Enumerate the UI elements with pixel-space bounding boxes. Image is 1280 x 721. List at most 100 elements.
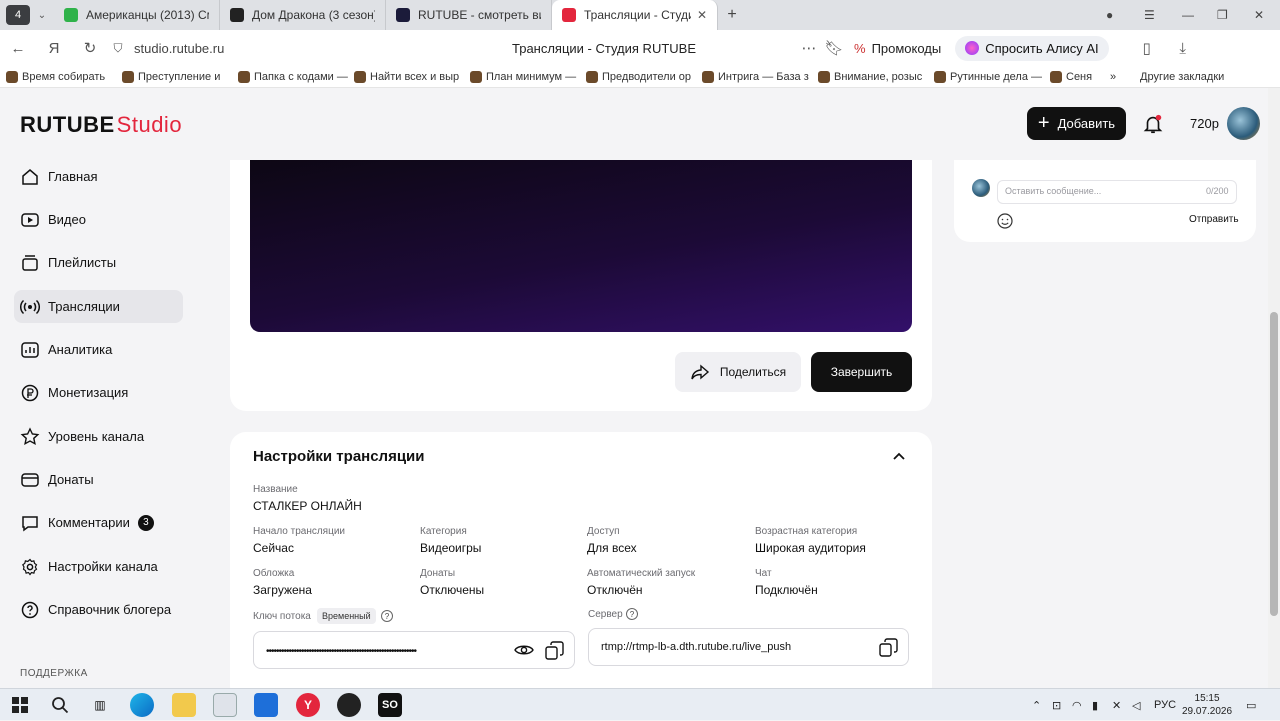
app-icon[interactable]: [254, 693, 278, 717]
obs-icon[interactable]: [337, 693, 361, 717]
help-icon: [21, 601, 39, 618]
browser-tab[interactable]: Дом Дракона (3 сезон) /: [220, 0, 386, 30]
balance[interactable]: 720р: [1190, 116, 1219, 131]
store-icon[interactable]: [213, 693, 237, 717]
emoji-icon[interactable]: [997, 213, 1013, 229]
question-icon[interactable]: ?: [381, 610, 393, 622]
bookmark-item[interactable]: Время собирать: [0, 70, 116, 83]
profile-icon[interactable]: ●: [1106, 0, 1113, 30]
tab-favicon-icon: [230, 8, 244, 22]
extensions-icon[interactable]: ▯: [1129, 39, 1165, 57]
chevron-up-icon[interactable]: [892, 450, 906, 464]
search-icon[interactable]: [48, 693, 72, 717]
share-button[interactable]: Поделиться: [675, 352, 801, 392]
question-icon[interactable]: ?: [626, 608, 638, 620]
windows-start-icon[interactable]: [8, 693, 32, 717]
browser-tab[interactable]: Американцы (2013) Смот: [54, 0, 220, 30]
stalker-online-icon[interactable]: SO: [378, 693, 402, 717]
sidebar-item-donations[interactable]: Донаты: [14, 463, 183, 496]
owl-icon: [470, 70, 482, 83]
download-icon[interactable]: ⤓: [1165, 40, 1201, 57]
close-tab-icon[interactable]: ✕: [697, 8, 707, 22]
mic-icon[interactable]: ▮: [1092, 689, 1098, 721]
url-field[interactable]: studio.rutube.ru: [134, 41, 414, 56]
bookmark-item[interactable]: Интрига — База з: [696, 70, 812, 83]
category-value: Видеоигры: [420, 541, 482, 555]
more-bookmarks-icon[interactable]: »: [1104, 71, 1134, 83]
task-view-icon[interactable]: ▥: [88, 693, 112, 717]
sidebar: Главная Видео Плейлисты Трансляции Анали…: [0, 160, 200, 688]
alice-button[interactable]: Спросить Алису AI: [955, 35, 1109, 61]
eye-icon[interactable]: [514, 642, 534, 658]
promo-button[interactable]: % Промокоды: [854, 41, 941, 56]
copy-icon[interactable]: [879, 638, 898, 657]
network-icon[interactable]: ⊡: [1052, 689, 1061, 721]
copy-icon[interactable]: [545, 641, 564, 660]
sidebar-item-video[interactable]: Видео: [14, 203, 183, 236]
clock[interactable]: 15:15 29.07.2026: [1182, 692, 1232, 718]
owl-icon: [1050, 70, 1062, 83]
bookmark-item[interactable]: План минимум —: [464, 70, 580, 83]
end-stream-button[interactable]: Завершить: [811, 352, 912, 392]
browser-tab-active[interactable]: Трансляции - Студия R ✕: [552, 0, 718, 30]
sidebar-item-analytics[interactable]: Аналитика: [14, 333, 183, 366]
shield-icon[interactable]: ⛉: [108, 41, 128, 56]
language-indicator[interactable]: РУС: [1154, 689, 1176, 721]
sidebar-item-blogger-guide[interactable]: Справочник блогера: [14, 593, 183, 626]
edge-icon[interactable]: [130, 693, 154, 717]
menu-icon[interactable]: ☰: [1144, 0, 1155, 30]
bookmark-item[interactable]: Папка с кодами —: [232, 70, 348, 83]
more-icon[interactable]: ⋯: [794, 39, 824, 57]
file-explorer-icon[interactable]: [172, 693, 196, 717]
bookmark-item[interactable]: Сеня: [1044, 70, 1104, 83]
start-value: Сейчас: [253, 541, 294, 555]
cover-value: Загружена: [253, 583, 312, 597]
sidebar-item-channel-level[interactable]: Уровень канала: [14, 420, 183, 453]
bookmark-item[interactable]: Найти всех и выр: [348, 70, 464, 83]
yandex-browser-icon[interactable]: Y: [296, 693, 320, 717]
tab-counter[interactable]: 4: [6, 5, 30, 25]
bookmark-icon[interactable]: 🔖︎: [824, 39, 844, 57]
sidebar-item-playlists[interactable]: Плейлисты: [14, 246, 183, 279]
tray-chevron-icon[interactable]: ⌃: [1032, 689, 1041, 721]
cover-label: Обложка: [253, 568, 295, 579]
browser-tab[interactable]: RUTUBE - смотреть виде: [386, 0, 552, 30]
chevron-down-icon[interactable]: ⌄: [30, 10, 54, 21]
mute-icon[interactable]: ✕: [1112, 689, 1121, 721]
volume-icon[interactable]: ◁: [1132, 689, 1140, 721]
share-icon: [691, 364, 709, 380]
back-icon[interactable]: ←: [0, 40, 36, 57]
new-tab-icon[interactable]: +: [718, 6, 746, 24]
broadcast-icon: [20, 299, 40, 314]
minimize-icon[interactable]: —: [1182, 0, 1194, 30]
rutube-studio-logo[interactable]: RUTUBEStudio: [20, 112, 182, 138]
chat-avatar: [972, 179, 990, 197]
add-button[interactable]: + Добавить: [1027, 107, 1126, 140]
avatar[interactable]: [1227, 107, 1260, 140]
bell-icon[interactable]: [1142, 113, 1164, 135]
close-window-icon[interactable]: ✕: [1254, 0, 1264, 30]
owl-icon: [818, 70, 830, 83]
autostart-label: Автоматический запуск: [587, 568, 696, 579]
chat-send-button[interactable]: Отправить: [1189, 214, 1239, 225]
yandex-icon[interactable]: Я: [36, 40, 72, 57]
bookmark-item[interactable]: Предводители ор: [580, 70, 696, 83]
sidebar-item-broadcasts[interactable]: Трансляции: [14, 290, 183, 323]
restore-icon[interactable]: ❐: [1217, 0, 1228, 30]
scrollbar-thumb[interactable]: [1270, 312, 1278, 616]
reload-icon[interactable]: ↻: [72, 39, 108, 57]
wifi-icon[interactable]: ◠: [1072, 689, 1082, 721]
page-scrollbar[interactable]: [1268, 88, 1280, 688]
sidebar-item-home[interactable]: Главная: [14, 160, 183, 193]
bookmark-item[interactable]: Рутинные дела —: [928, 70, 1044, 83]
autostart-value: Отключён: [587, 583, 643, 597]
sidebar-item-comments[interactable]: Комментарии 3: [14, 506, 183, 539]
stream-player[interactable]: [250, 160, 912, 332]
sidebar-item-monetization[interactable]: Монетизация: [14, 376, 183, 409]
bookmark-item[interactable]: Внимание, розыс: [812, 70, 928, 83]
bookmark-item[interactable]: Преступление и: [116, 70, 232, 83]
stream-key-label: Ключ потока: [253, 611, 311, 622]
sidebar-item-channel-settings[interactable]: Настройки канала: [14, 550, 183, 583]
other-bookmarks[interactable]: Другие закладки: [1134, 71, 1254, 83]
notifications-icon[interactable]: ▭: [1246, 689, 1256, 721]
